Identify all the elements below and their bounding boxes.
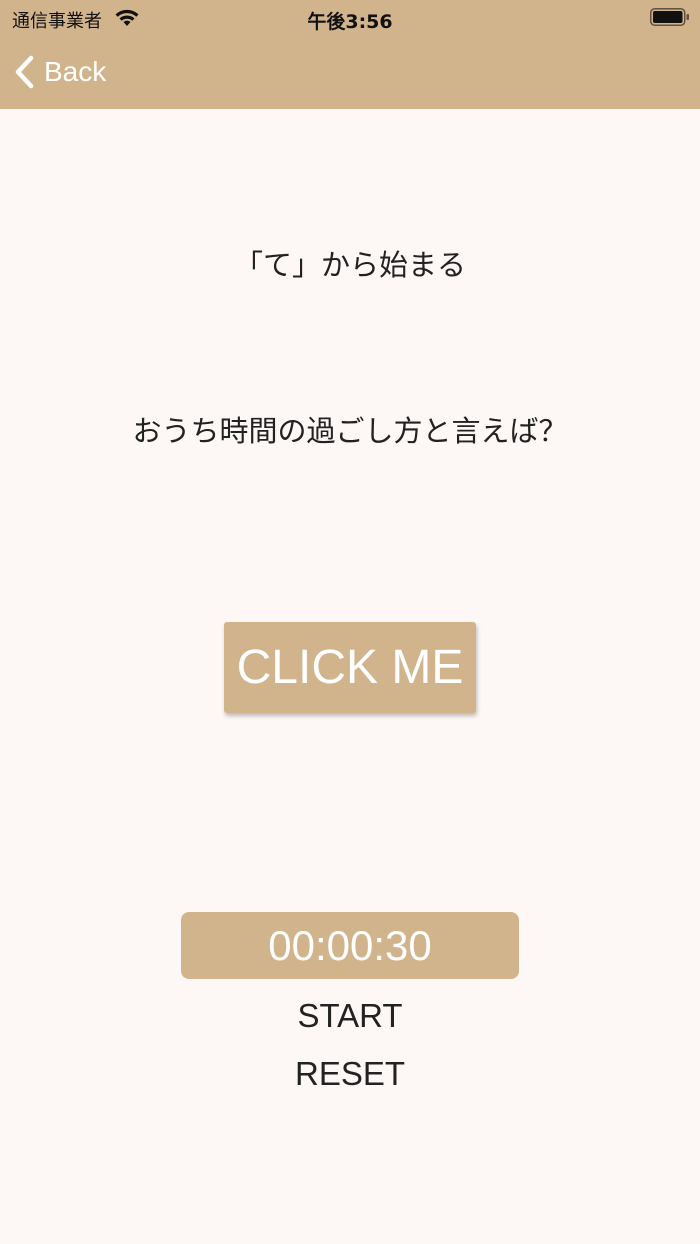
click-me-button[interactable]: CLICK ME [224, 622, 476, 713]
back-label: Back [44, 56, 107, 87]
prompt-line: 「て」から始まる [233, 248, 466, 282]
status-bar: 通信事業者 午後3:56 [0, 0, 700, 36]
start-label: START [297, 997, 403, 1034]
timer-value: 00:00:30 [268, 921, 432, 969]
question-text: おうち時間の過ごし方と言えば？ [132, 414, 568, 448]
click-me-label: CLICK ME [236, 641, 464, 694]
header-bar: 通信事業者 午後3:56 Back [0, 0, 700, 109]
clock: 午後3:56 [307, 11, 393, 33]
back-button[interactable]: Back [12, 52, 106, 92]
chevron-left-icon [12, 54, 36, 90]
reset-label: RESET [294, 1055, 406, 1092]
timer-display: 00:00:30 [181, 912, 519, 979]
start-button[interactable]: START [0, 997, 700, 1035]
reset-button[interactable]: RESET [0, 1055, 700, 1093]
battery-icon [650, 8, 690, 26]
